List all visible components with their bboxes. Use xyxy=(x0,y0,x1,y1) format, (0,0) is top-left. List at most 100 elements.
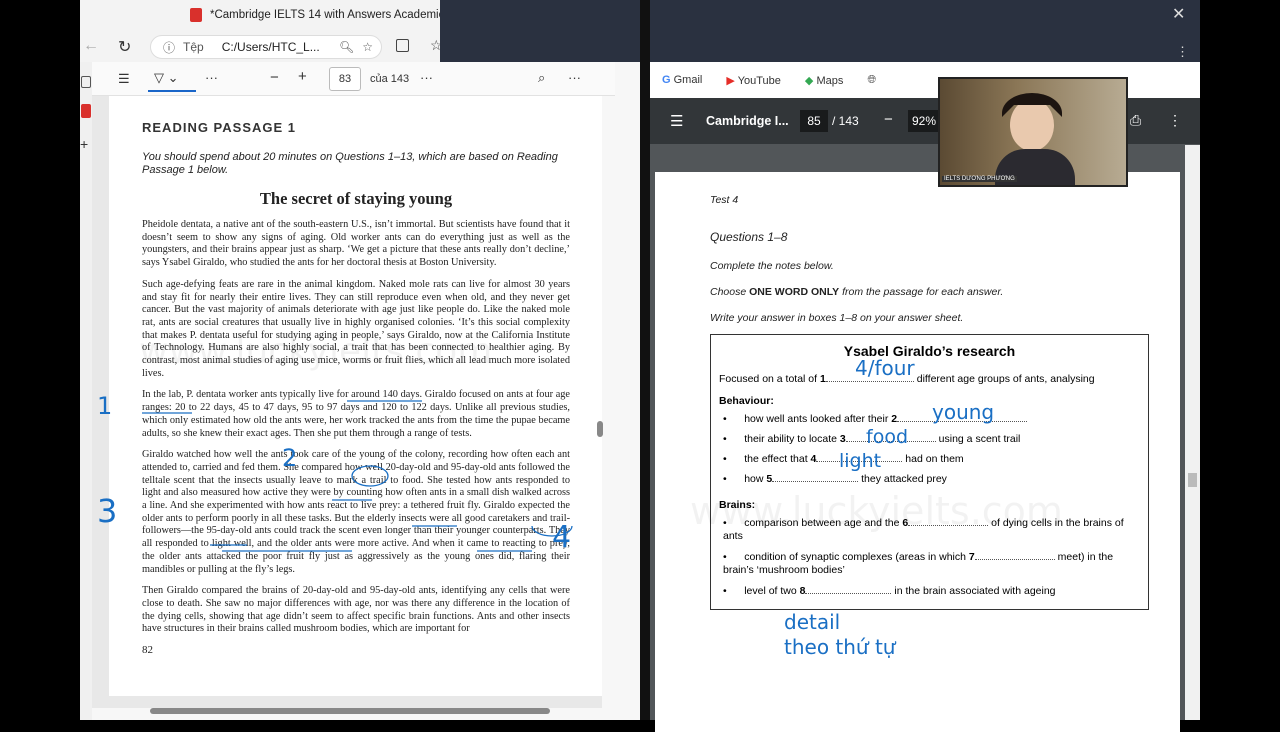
google-icon: G xyxy=(662,74,671,86)
instruction-3: Write your answer in boxes 1–8 on your a… xyxy=(710,312,964,324)
draw-icon[interactable]: ▽ ⌄ xyxy=(148,66,196,92)
right-scroll-thumb[interactable] xyxy=(1188,473,1197,487)
instruction-2-a: Choose xyxy=(710,286,750,298)
q7-blank xyxy=(974,559,1055,560)
handwritten-answer-2: young xyxy=(932,400,995,424)
q2-num: 2 xyxy=(891,413,898,425)
split-screen-icon[interactable] xyxy=(396,39,409,52)
menu-icon[interactable]: ⋮ xyxy=(1176,44,1189,60)
zoom-in-icon[interactable]: + xyxy=(298,68,307,85)
pdf-toolbar: ☰ ▽ ⌄ ··· − + 83 của 143 ··· ⌕ ··· xyxy=(80,62,615,96)
more-options-icon[interactable]: ··· xyxy=(568,70,581,85)
b4-a: how xyxy=(744,473,767,485)
q4-num: 4 xyxy=(810,453,817,465)
handwritten-answer-3: food xyxy=(866,426,908,448)
vertical-tabs-strip: + xyxy=(80,62,92,720)
r2-a: condition of synaptic complexes (areas i… xyxy=(744,551,969,563)
b2-b: using a scent trail xyxy=(935,433,1021,445)
presenter-face xyxy=(1010,99,1054,151)
webcam-overlay: IELTS DƯƠNG PHƯƠNG xyxy=(938,77,1128,187)
page-input[interactable]: 85 xyxy=(800,110,828,132)
bullet-2: • how well ants looked after their 2 xyxy=(719,413,1140,425)
q1-blank xyxy=(825,381,914,382)
bookmark-maps[interactable]: ◆ Maps xyxy=(805,74,843,87)
window-divider xyxy=(640,0,650,720)
instruction-1: Complete the notes below. xyxy=(710,260,834,272)
favorite-star-icon[interactable]: ☆ xyxy=(362,40,373,54)
zoom-input[interactable]: 92% xyxy=(908,110,940,132)
line-1: Focused on a total of 1 different age gr… xyxy=(719,373,1140,385)
globe-icon[interactable]: 🌐︎ xyxy=(867,74,876,87)
contents-icon[interactable]: ☰ xyxy=(118,71,130,87)
line1-b: different age groups of ants, analysing xyxy=(913,373,1095,385)
bookmark-gmail-label: Gmail xyxy=(673,74,703,86)
page-total: của 143 xyxy=(370,73,410,85)
line1-a: Focused on a total of xyxy=(719,373,820,385)
instruction-2: Choose ONE WORD ONLY from the passage fo… xyxy=(710,286,1180,298)
webcam-caption: IELTS DƯƠNG PHƯƠNG xyxy=(942,176,1017,182)
handwritten-note-2: theo thứ tự xyxy=(784,635,896,659)
zoom-out-button[interactable]: − xyxy=(884,111,893,128)
bullet-5: • how 5 they attacked prey xyxy=(723,473,947,485)
r3-b: in the brain associated with ageing xyxy=(891,585,1056,597)
back-icon[interactable]: ← xyxy=(83,37,99,55)
r3-a: level of two xyxy=(744,585,800,597)
more-tools-icon[interactable]: ··· xyxy=(205,70,218,85)
background-window xyxy=(440,0,1200,62)
q5-num: 5 xyxy=(766,473,773,485)
pdf-file-icon xyxy=(190,8,202,22)
zoom-out-icon[interactable]: − xyxy=(270,69,279,86)
maps-icon: ◆ xyxy=(804,74,814,87)
watermark-right: www.luckyielts.com xyxy=(690,489,1063,533)
bullet-7: • condition of synaptic complexes (areas… xyxy=(723,551,1114,576)
vertical-scrollbar[interactable] xyxy=(595,96,605,696)
q8-num: 8 xyxy=(799,585,806,597)
b4-b: they attacked prey xyxy=(858,473,947,485)
questions-heading: Questions 1–8 xyxy=(710,230,788,244)
close-icon[interactable]: ✕ xyxy=(1172,4,1185,24)
b3-a: the effect that xyxy=(744,453,811,465)
document-title: Cambridge I... xyxy=(706,114,789,128)
scroll-thumb[interactable] xyxy=(597,421,603,437)
bullet-8: • level of two 8 in the brain associated… xyxy=(723,585,1056,597)
tab-actions-icon[interactable] xyxy=(81,76,91,88)
address-prefix: Tệp xyxy=(183,40,204,54)
pdf-tab-icon[interactable] xyxy=(81,104,91,118)
more-page-options-icon[interactable]: ··· xyxy=(420,70,433,85)
test-label: Test 4 xyxy=(710,194,739,206)
menu-hamburger-icon[interactable]: ☰ xyxy=(670,112,683,130)
bullet-3: • their ability to locate 3 using a scen… xyxy=(723,433,1021,445)
page-number-input[interactable]: 83 xyxy=(329,67,361,91)
right-scrollbar[interactable] xyxy=(1185,145,1200,720)
q7-num: 7 xyxy=(968,551,975,563)
behaviour-heading: Behaviour: xyxy=(719,395,774,407)
bookmark-youtube[interactable]: ▶ YouTube xyxy=(726,74,781,87)
instruction-2-b: ONE WORD ONLY xyxy=(749,286,840,298)
pdf-viewer-area: READING PASSAGE 1 You should spend about… xyxy=(92,96,602,708)
horizontal-scrollbar[interactable] xyxy=(110,704,590,716)
screen-margin xyxy=(1200,0,1280,720)
q8-blank xyxy=(805,593,892,594)
search-icon[interactable]: ⌕ xyxy=(538,70,545,86)
print-icon[interactable]: ⎙ xyxy=(1130,112,1141,129)
zoom-icon[interactable]: 🔍︎ xyxy=(339,40,354,54)
page-total-label: / 143 xyxy=(832,114,859,128)
hscroll-thumb[interactable] xyxy=(150,708,550,714)
q1-num: 1 xyxy=(819,373,826,385)
new-tab-icon[interactable]: + xyxy=(80,136,88,152)
q3-num: 3 xyxy=(839,433,846,445)
youtube-icon: ▶ xyxy=(726,74,735,87)
notes-title: Ysabel Giraldo’s research xyxy=(843,343,1016,359)
info-icon: ⓘ xyxy=(163,40,176,55)
pdf-canvas: Test 4 Questions 1–8 Complete the notes … xyxy=(650,144,1200,732)
handwritten-answer-4: light xyxy=(839,450,882,472)
bullet-4: • the effect that 4 had on them xyxy=(723,453,964,465)
more-actions-icon[interactable]: ⋮ xyxy=(1168,112,1182,129)
address-field[interactable]: ⓘ Tệp C:/Users/HTC_L... 🔍︎ ☆ xyxy=(150,35,382,59)
left-browser-window: *Cambridge IELTS 14 with Answers Academi… xyxy=(80,0,720,720)
instruction-2-c: from the passage for each answer. xyxy=(839,286,1004,298)
bookmark-gmail[interactable]: G Gmail xyxy=(662,74,702,86)
reload-icon[interactable]: ↻ xyxy=(118,37,131,57)
b3-b: had on them xyxy=(902,453,964,465)
b1-a: how well ants looked after their xyxy=(744,413,892,425)
